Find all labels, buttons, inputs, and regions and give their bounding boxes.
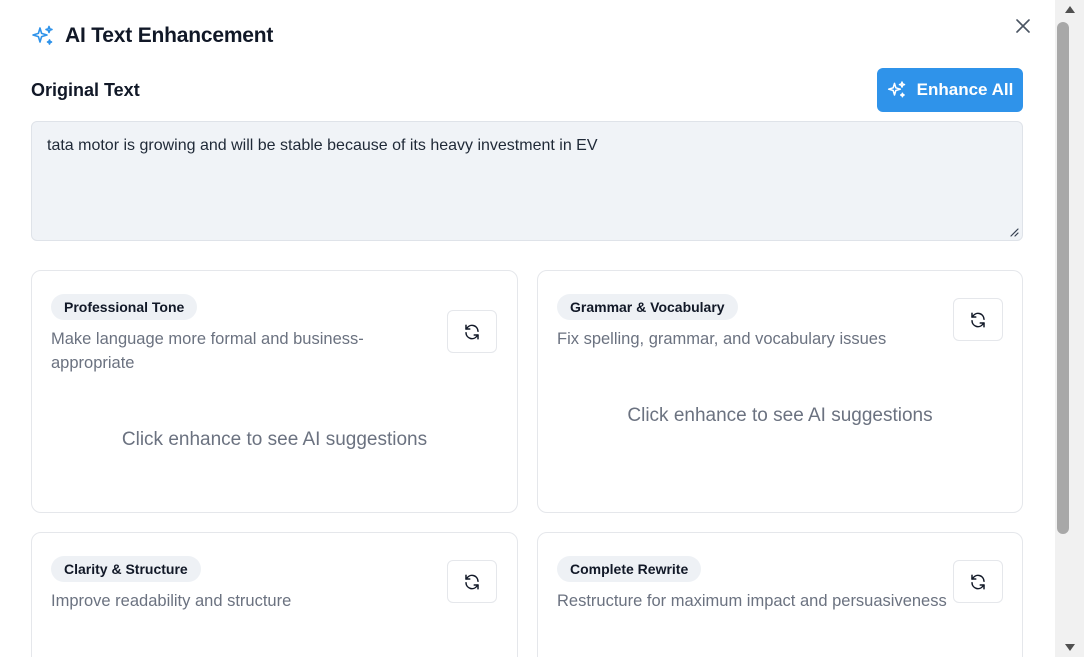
close-button[interactable] (1011, 14, 1035, 38)
original-text-label: Original Text (31, 80, 140, 100)
triangle-down-icon (1064, 644, 1075, 651)
card-description: Restructure for maximum impact and persu… (557, 592, 947, 610)
suggestion-placeholder: Click enhance to see AI suggestions (627, 405, 933, 426)
card-badge: Clarity & Structure (51, 556, 201, 582)
sparkles-icon (887, 81, 905, 98)
card-description-line: appropriate (51, 354, 135, 372)
refresh-icon (465, 574, 479, 589)
card-description: Fix spelling, grammar, and vocabulary is… (557, 330, 887, 348)
card-badge: Grammar & Vocabulary (557, 294, 738, 320)
card-badge: Professional Tone (51, 294, 198, 320)
refresh-icon (465, 324, 479, 339)
refresh-icon (971, 574, 985, 589)
sparkles-icon (32, 25, 53, 45)
suggestion-placeholder: Click enhance to see AI suggestions (121, 429, 428, 450)
refresh-icon (971, 312, 985, 327)
page: AI Text Enhancement Original Text Enhanc… (0, 0, 1084, 657)
enhancement-card-professional-tone: Professional Tone Make language more for… (31, 270, 518, 513)
enhancement-card-clarity-structure: Clarity & Structure Improve readability … (31, 532, 518, 657)
enhance-all-button[interactable]: Enhance All (877, 68, 1023, 112)
original-text-value: tata motor is growing and will be stable… (47, 137, 598, 154)
dialog-header: AI Text Enhancement (31, 24, 273, 48)
card-description: Improve readability and structure (51, 592, 292, 610)
vertical-scrollbar[interactable] (1055, 0, 1084, 657)
resize-grip-icon[interactable] (1009, 227, 1019, 237)
card-description-line: Make language more formal and business- (51, 330, 364, 348)
card-description: Make language more formal and business- … (51, 327, 431, 375)
scroll-down-button[interactable] (1055, 639, 1084, 657)
scrollbar-thumb[interactable] (1057, 22, 1069, 534)
original-text-input[interactable]: tata motor is growing and will be stable… (31, 121, 1023, 241)
triangle-up-icon (1064, 6, 1075, 13)
regenerate-button[interactable] (447, 310, 497, 353)
regenerate-button[interactable] (953, 560, 1003, 603)
scroll-up-button[interactable] (1055, 0, 1084, 18)
regenerate-button[interactable] (953, 298, 1003, 341)
enhancement-card-complete-rewrite: Complete Rewrite Restructure for maximum… (537, 532, 1023, 657)
card-badge: Complete Rewrite (557, 556, 702, 582)
enhance-all-label: Enhance All (916, 80, 1014, 99)
ai-text-enhancement-dialog: AI Text Enhancement Original Text Enhanc… (0, 0, 1056, 657)
enhancement-card-grammar-vocabulary: Grammar & Vocabulary Fix spelling, gramm… (537, 270, 1023, 513)
dialog-title: AI Text Enhancement (65, 24, 274, 47)
regenerate-button[interactable] (447, 560, 497, 603)
close-icon (1016, 19, 1030, 33)
